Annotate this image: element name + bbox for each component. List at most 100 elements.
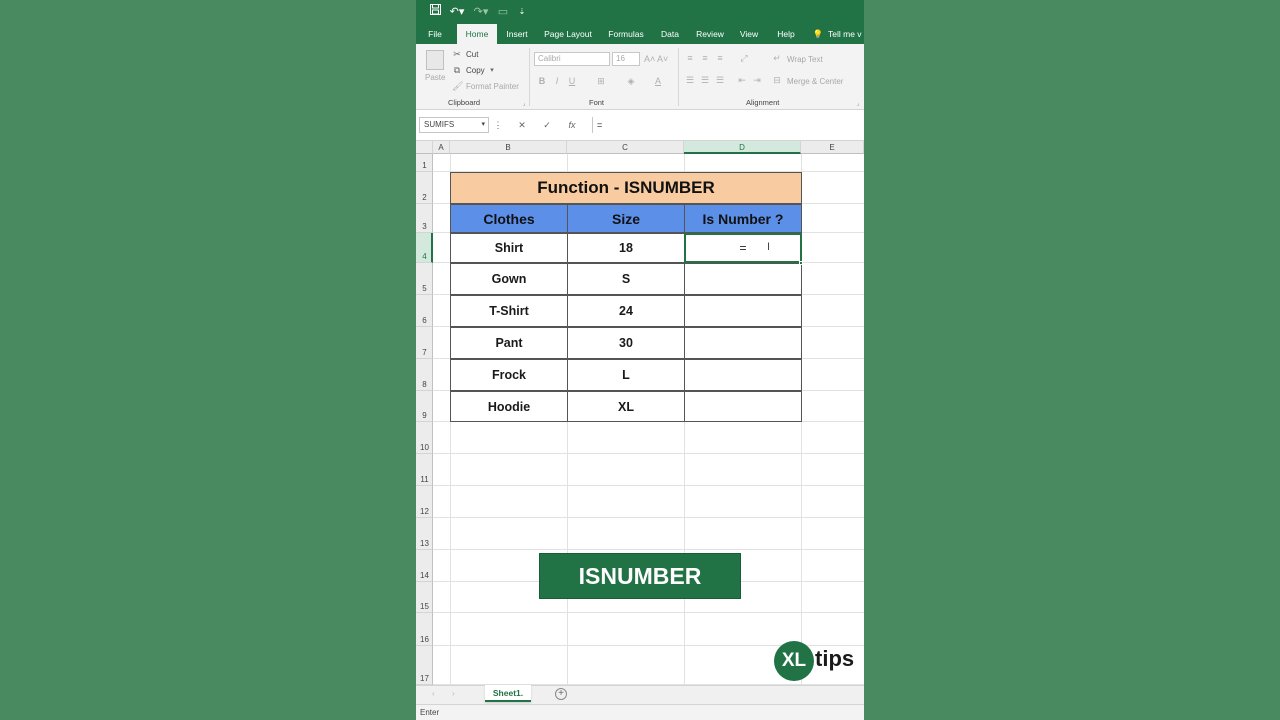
- borders-icon[interactable]: ⊞: [594, 75, 608, 87]
- tab-view[interactable]: View: [738, 24, 760, 44]
- active-cell[interactable]: =: [684, 233, 802, 263]
- redo-icon[interactable]: ↷▾: [472, 4, 490, 20]
- underline-icon[interactable]: U: [566, 75, 578, 87]
- scroll-left-icon[interactable]: ‹: [432, 689, 435, 698]
- insert-function-icon[interactable]: fx: [562, 117, 582, 133]
- column-header-b[interactable]: B: [450, 141, 567, 154]
- align-middle-icon[interactable]: ≡: [699, 52, 711, 64]
- column-header-clothes[interactable]: Clothes: [450, 204, 568, 233]
- column-header-c[interactable]: C: [567, 141, 684, 154]
- copy-icon[interactable]: ⧉: [452, 64, 462, 76]
- tab-home[interactable]: Home: [457, 24, 497, 44]
- table-cell-is-number[interactable]: [684, 391, 802, 422]
- formula-input[interactable]: =: [592, 117, 864, 133]
- format-painter-icon[interactable]: 🖌: [452, 80, 463, 92]
- column-header-size[interactable]: Size: [567, 204, 685, 233]
- table-cell-clothes[interactable]: Pant: [450, 327, 568, 359]
- undo-icon[interactable]: ↶▾: [448, 4, 466, 20]
- column-header-a[interactable]: A: [433, 141, 450, 154]
- row-header-11[interactable]: 11: [416, 454, 433, 486]
- cancel-icon[interactable]: ✕: [512, 117, 532, 133]
- row-header-2[interactable]: 2: [416, 172, 433, 204]
- table-cell-is-number[interactable]: [684, 263, 802, 295]
- table-cell-size[interactable]: 30: [567, 327, 685, 359]
- font-name-select[interactable]: Calibri: [534, 52, 610, 66]
- name-box[interactable]: SUMIFS ▾: [419, 117, 489, 133]
- row-header-7[interactable]: 7: [416, 327, 433, 359]
- table-cell-size[interactable]: 18: [567, 233, 685, 263]
- table-cell-clothes[interactable]: Hoodie: [450, 391, 568, 422]
- italic-icon[interactable]: I: [551, 75, 563, 87]
- table-cell-size[interactable]: L: [567, 359, 685, 391]
- customize-qat-icon[interactable]: ⇣: [516, 4, 528, 20]
- merge-center-button[interactable]: Merge & Center: [787, 77, 843, 86]
- row-header-13[interactable]: 13: [416, 518, 433, 550]
- alignment-launcher-icon[interactable]: ⌟: [854, 98, 862, 110]
- tab-data[interactable]: Data: [659, 24, 681, 44]
- clipboard-launcher-icon[interactable]: ⌟: [520, 98, 528, 110]
- sheet-tab-sheet1[interactable]: Sheet1.: [485, 685, 531, 702]
- row-header-16[interactable]: 16: [416, 613, 433, 646]
- row-header-10[interactable]: 10: [416, 422, 433, 454]
- table-title[interactable]: Function - ISNUMBER: [450, 172, 802, 204]
- cut-button[interactable]: Cut: [466, 50, 478, 59]
- copy-button[interactable]: Copy: [466, 66, 485, 75]
- paste-icon[interactable]: [426, 50, 444, 70]
- row-header-12[interactable]: 12: [416, 486, 433, 518]
- tab-formulas[interactable]: Formulas: [606, 24, 646, 44]
- tell-me-search[interactable]: Tell me v: [828, 24, 864, 44]
- font-size-select[interactable]: 16: [612, 52, 640, 66]
- enter-icon[interactable]: ✓: [537, 117, 557, 133]
- chevron-down-icon[interactable]: ▾: [481, 118, 485, 132]
- column-header-e[interactable]: E: [801, 141, 864, 154]
- decrease-font-icon[interactable]: A˅: [657, 53, 668, 65]
- add-sheet-icon[interactable]: +: [555, 688, 567, 700]
- decrease-indent-icon[interactable]: ⇤: [736, 74, 748, 86]
- table-cell-clothes[interactable]: T-Shirt: [450, 295, 568, 327]
- table-cell-clothes[interactable]: Shirt: [450, 233, 568, 263]
- row-header-8[interactable]: 8: [416, 359, 433, 391]
- tab-help[interactable]: Help: [774, 24, 798, 44]
- table-cell-clothes[interactable]: Frock: [450, 359, 568, 391]
- table-cell-clothes[interactable]: Gown: [450, 263, 568, 295]
- row-header-15[interactable]: 15: [416, 582, 433, 613]
- fill-handle[interactable]: [799, 261, 803, 265]
- table-cell-size[interactable]: 24: [567, 295, 685, 327]
- row-header-14[interactable]: 14: [416, 550, 433, 582]
- align-top-icon[interactable]: ≡: [684, 52, 696, 64]
- tab-file[interactable]: File: [424, 24, 446, 44]
- align-left-icon[interactable]: ☰: [684, 74, 696, 86]
- touch-mode-icon[interactable]: ▭: [496, 4, 510, 20]
- wrap-text-icon[interactable]: ↵: [772, 52, 782, 64]
- bold-icon[interactable]: B: [536, 75, 548, 87]
- font-color-icon[interactable]: A: [652, 75, 664, 87]
- column-header-d[interactable]: D: [684, 141, 801, 154]
- save-icon[interactable]: [428, 4, 442, 20]
- table-cell-size[interactable]: S: [567, 263, 685, 295]
- increase-font-icon[interactable]: A˄: [644, 53, 655, 65]
- fill-color-icon[interactable]: ◈: [624, 75, 638, 87]
- table-cell-is-number[interactable]: [684, 359, 802, 391]
- table-cell-size[interactable]: XL: [567, 391, 685, 422]
- lightbulb-icon[interactable]: 💡: [812, 24, 824, 44]
- cut-icon[interactable]: ✂: [452, 48, 462, 60]
- table-cell-is-number[interactable]: [684, 327, 802, 359]
- column-header-is-number[interactable]: Is Number ?: [684, 204, 802, 233]
- increase-indent-icon[interactable]: ⇥: [751, 74, 763, 86]
- scroll-right-icon[interactable]: ›: [452, 689, 455, 698]
- wrap-text-button[interactable]: Wrap Text: [787, 55, 823, 64]
- align-bottom-icon[interactable]: ≡: [714, 52, 726, 64]
- row-header-6[interactable]: 6: [416, 295, 433, 327]
- tab-review[interactable]: Review: [694, 24, 726, 44]
- tab-insert[interactable]: Insert: [504, 24, 530, 44]
- row-header-17[interactable]: 17: [416, 646, 433, 685]
- table-cell-is-number[interactable]: [684, 295, 802, 327]
- row-header-4[interactable]: 4: [416, 233, 433, 263]
- orientation-icon[interactable]: ⤢: [736, 52, 752, 64]
- paste-button[interactable]: Paste: [425, 73, 445, 82]
- tab-page-layout[interactable]: Page Layout: [542, 24, 594, 44]
- row-header-9[interactable]: 9: [416, 391, 433, 422]
- row-header-3[interactable]: 3: [416, 204, 433, 233]
- format-painter-button[interactable]: Format Painter: [466, 82, 519, 91]
- copy-dropdown-icon[interactable]: ▾: [488, 65, 496, 77]
